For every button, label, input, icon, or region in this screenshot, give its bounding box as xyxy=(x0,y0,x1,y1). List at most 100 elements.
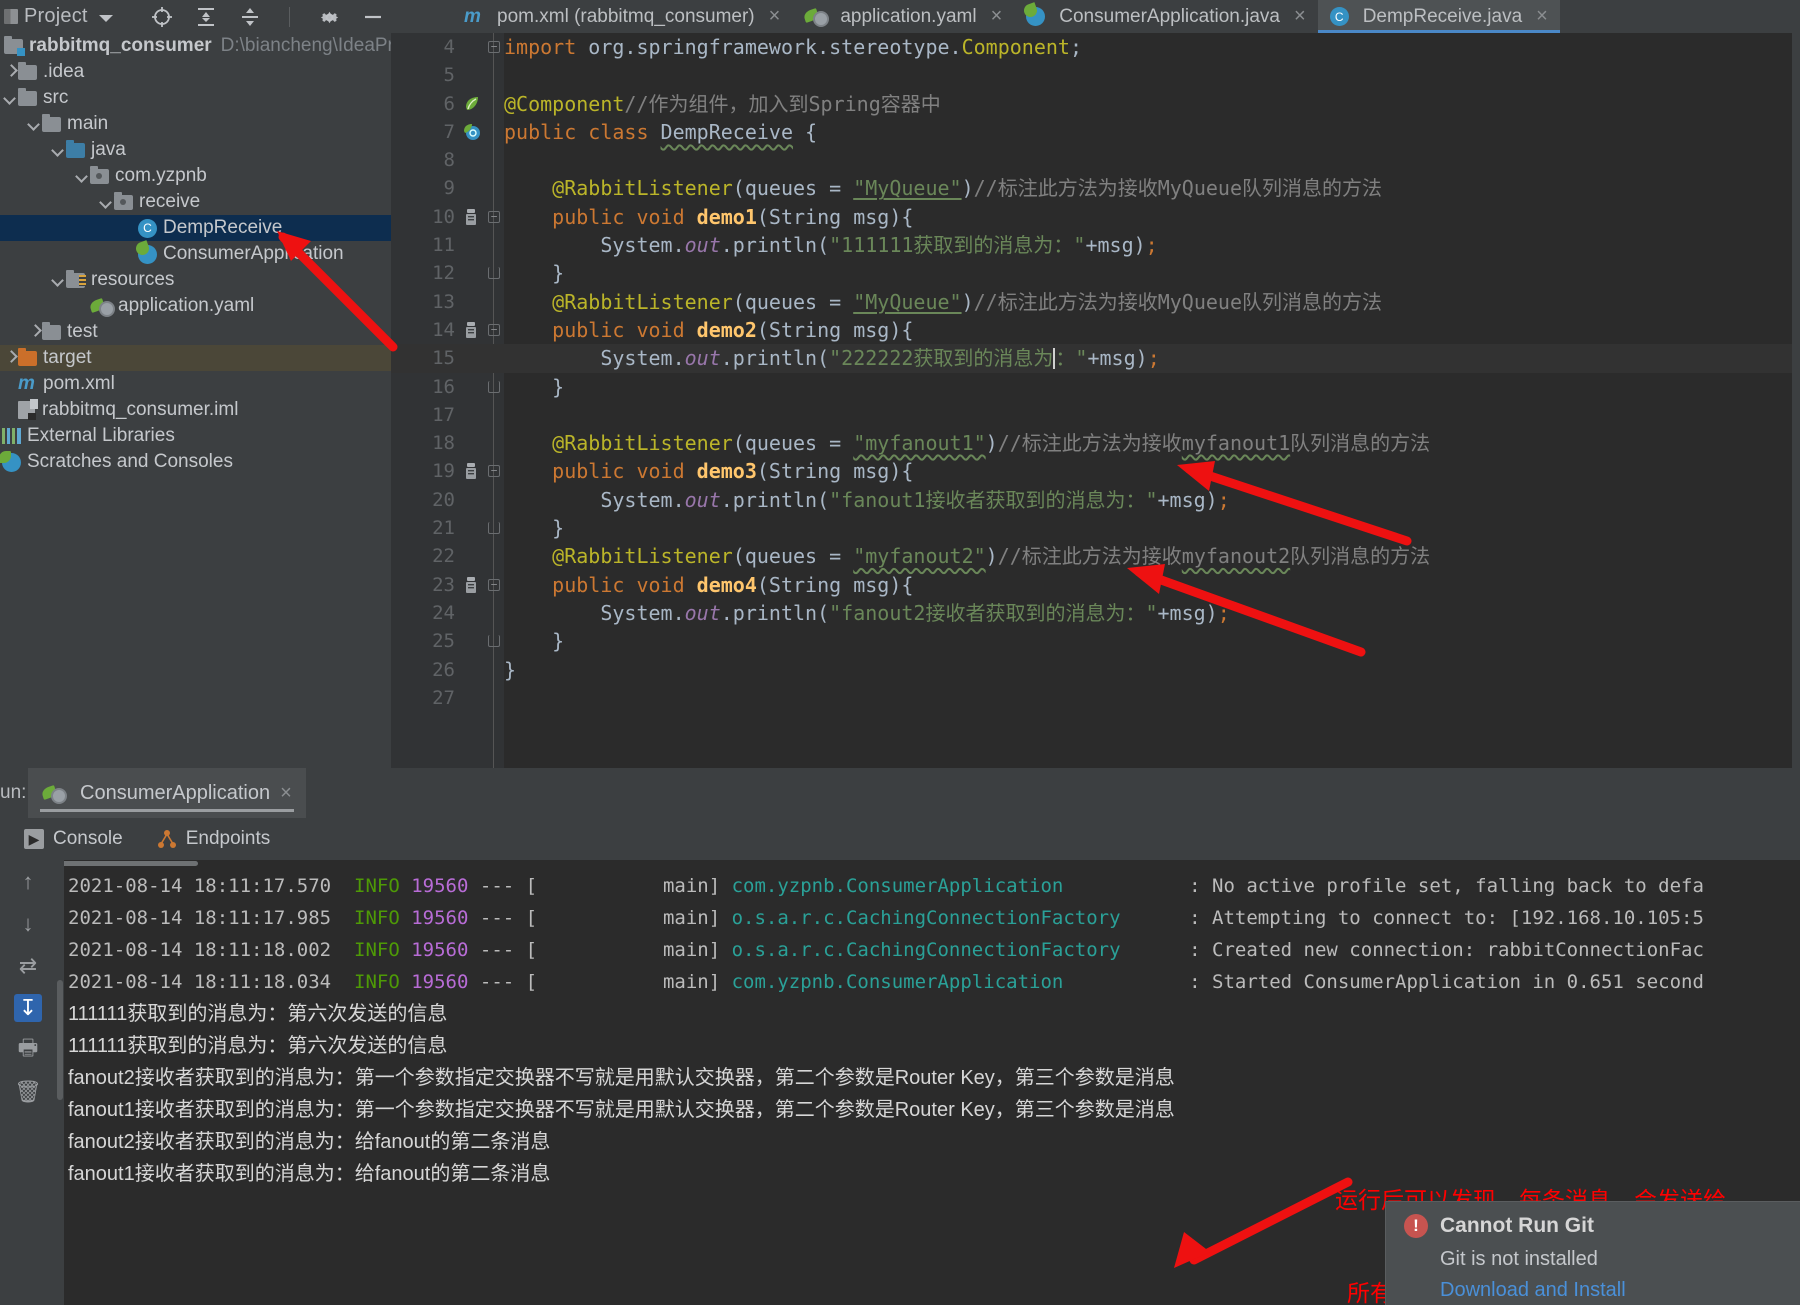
locate-icon[interactable] xyxy=(151,6,173,28)
spring-bean-icon[interactable] xyxy=(463,95,481,113)
fold-line-10[interactable]: − xyxy=(483,203,504,231)
fold-line-12[interactable] xyxy=(483,259,504,287)
tab-console[interactable]: ▶ Console xyxy=(24,828,123,850)
expand-all-icon[interactable] xyxy=(195,6,217,28)
fold-line-14[interactable]: − xyxy=(483,316,504,344)
gutter-line-11[interactable]: 11 xyxy=(391,231,483,259)
scroll-to-end-icon[interactable]: ↧ xyxy=(14,994,42,1022)
run-method-icon[interactable] xyxy=(463,462,481,480)
tree-row-external-libraries[interactable]: External Libraries xyxy=(0,423,391,449)
tree-row-main[interactable]: main xyxy=(0,111,391,137)
gutter-line-27[interactable]: 27 xyxy=(391,684,483,712)
console-vscrollbar-thumb[interactable] xyxy=(57,980,63,1100)
code-line-20[interactable]: System.out.println("fanout1接收者获取到的消息为："+… xyxy=(504,486,1800,514)
fold-collapse-icon[interactable]: − xyxy=(488,323,500,336)
editor-tab-dempreceive-java[interactable]: C DempReceive.java × xyxy=(1317,0,1560,33)
fold-line-23[interactable]: − xyxy=(483,571,504,599)
chevron-down-icon[interactable] xyxy=(100,195,114,209)
run-method-icon[interactable] xyxy=(463,576,481,594)
gutter-line-18[interactable]: 18 xyxy=(391,429,483,457)
collapse-all-icon[interactable] xyxy=(239,6,261,28)
tree-row-resources[interactable]: resources xyxy=(0,267,391,293)
fold-collapse-icon[interactable]: − xyxy=(488,465,500,478)
fold-end-icon[interactable] xyxy=(488,635,500,648)
code-line-5[interactable] xyxy=(504,61,1800,89)
code-line-8[interactable] xyxy=(504,146,1800,174)
gutter-line-16[interactable]: 16 xyxy=(391,373,483,401)
fold-line-6[interactable] xyxy=(483,90,504,118)
fold-line-8[interactable] xyxy=(483,146,504,174)
tab-endpoints[interactable]: Endpoints xyxy=(157,828,270,850)
gutter-line-25[interactable]: 25 xyxy=(391,627,483,655)
fold-line-22[interactable] xyxy=(483,542,504,570)
soft-wrap-icon[interactable]: ⇄ xyxy=(14,952,42,980)
fold-line-21[interactable] xyxy=(483,514,504,542)
gutter-line-13[interactable]: 13 xyxy=(391,288,483,316)
gutter-line-5[interactable]: 5 xyxy=(391,61,483,89)
chevron-down-icon[interactable] xyxy=(76,169,90,183)
gutter-line-15[interactable]: 15 xyxy=(391,344,483,373)
tree-row-consumerapplication[interactable]: ConsumerApplication xyxy=(0,241,391,267)
gutter-line-19[interactable]: 19 xyxy=(391,457,483,485)
fold-line-25[interactable] xyxy=(483,627,504,655)
code-line-9[interactable]: @RabbitListener(queues = "MyQueue")//标注此… xyxy=(504,174,1800,202)
gutter-line-12[interactable]: 12 xyxy=(391,259,483,287)
code-line-23[interactable]: public void demo4(String msg){ xyxy=(504,571,1800,599)
fold-line-20[interactable] xyxy=(483,486,504,514)
fold-line-26[interactable] xyxy=(483,656,504,684)
code-line-26[interactable]: } xyxy=(504,656,1800,684)
gutter-line-4[interactable]: 4 xyxy=(391,33,483,61)
gutter-line-26[interactable]: 26 xyxy=(391,656,483,684)
fold-end-icon[interactable] xyxy=(488,522,500,535)
scroll-down-icon[interactable]: ↓ xyxy=(14,910,42,938)
editor-tab-consumerapplication-java[interactable]: ConsumerApplication.java × xyxy=(1014,0,1317,33)
code-line-21[interactable]: } xyxy=(504,514,1800,542)
console-hscrollbar-thumb[interactable] xyxy=(58,861,198,866)
tree-row-dempreceive[interactable]: C DempReceive xyxy=(0,215,391,241)
gear-icon[interactable] xyxy=(318,6,340,28)
code-line-24[interactable]: System.out.println("fanout2接收者获取到的消息为："+… xyxy=(504,599,1800,627)
code-line-11[interactable]: System.out.println("111111获取到的消息为："+msg)… xyxy=(504,231,1800,259)
tree-row-rabbitmq-consumer-iml[interactable]: rabbitmq_consumer.iml xyxy=(0,397,391,423)
close-icon[interactable]: × xyxy=(991,5,1003,28)
gutter-line-8[interactable]: 8 xyxy=(391,146,483,174)
code-line-10[interactable]: public void demo1(String msg){ xyxy=(504,203,1800,231)
fold-line-5[interactable] xyxy=(483,61,504,89)
editor-gutter[interactable]: 4 5 6 7 8 9 10 11 12 13 14 15 16 17 18 19 20 21 22 23 24 25 26… xyxy=(391,33,483,768)
download-and-install-link[interactable]: Download and Install xyxy=(1440,1279,1782,1302)
code-line-22[interactable]: @RabbitListener(queues = "myfanout2")//标… xyxy=(504,542,1800,570)
gutter-line-20[interactable]: 20 xyxy=(391,486,483,514)
gutter-line-7[interactable]: 7 xyxy=(391,118,483,146)
fold-end-icon[interactable] xyxy=(488,380,500,393)
gutter-line-9[interactable]: 9 xyxy=(391,174,483,202)
chevron-right-icon[interactable] xyxy=(28,325,42,339)
editor-tab-pom-xml[interactable]: m pom.xml (rabbitmq_consumer) × xyxy=(452,0,792,33)
tree-row-com-yzpnb[interactable]: com.yzpnb xyxy=(0,163,391,189)
gutter-line-17[interactable]: 17 xyxy=(391,401,483,429)
git-notification-balloon[interactable]: ! Cannot Run Git Git is not installed Do… xyxy=(1386,1202,1800,1305)
tree-row-receive[interactable]: receive xyxy=(0,189,391,215)
print-icon[interactable]: 🖶 xyxy=(14,1035,42,1064)
code-line-19[interactable]: public void demo3(String msg){ xyxy=(504,457,1800,485)
gutter-line-14[interactable]: 14 xyxy=(391,316,483,344)
fold-line-9[interactable] xyxy=(483,174,504,202)
minimize-icon[interactable] xyxy=(362,6,384,28)
tree-row-target[interactable]: target xyxy=(0,345,391,371)
close-icon[interactable]: × xyxy=(769,5,781,28)
gutter-line-24[interactable]: 24 xyxy=(391,599,483,627)
tree-row--idea[interactable]: .idea xyxy=(0,59,391,85)
chevron-down-icon[interactable] xyxy=(52,143,66,157)
project-tree[interactable]: rabbitmq_consumer D:\biancheng\IdeaProje… xyxy=(0,33,391,768)
editor-tab-application-yaml[interactable]: application.yaml × xyxy=(792,0,1014,33)
chevron-down-icon[interactable] xyxy=(28,117,42,131)
close-icon[interactable]: × xyxy=(1536,5,1548,28)
fold-collapse-icon[interactable]: − xyxy=(488,41,500,53)
code-line-18[interactable]: @RabbitListener(queues = "myfanout1")//标… xyxy=(504,429,1800,457)
code-line-16[interactable]: } xyxy=(504,373,1800,401)
code-line-14[interactable]: public void demo2(String msg){ xyxy=(504,316,1800,344)
tree-row-scratches-and-consoles[interactable]: Scratches and Consoles xyxy=(0,449,391,475)
fold-line-13[interactable] xyxy=(483,288,504,316)
code-line-25[interactable]: } xyxy=(504,627,1800,655)
chevron-down-icon[interactable] xyxy=(52,273,66,287)
scroll-up-icon[interactable]: ↑ xyxy=(14,868,42,896)
